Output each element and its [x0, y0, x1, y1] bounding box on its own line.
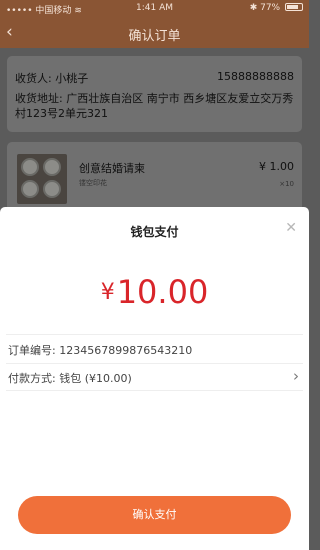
- amount-value: 10.00: [116, 273, 209, 311]
- status-bar: ••••• 中国移动 ≋ 1:41 AM ✱ 77%: [0, 0, 309, 18]
- address-label: 收货地址:: [15, 92, 63, 105]
- confirm-pay-button[interactable]: 确认支付: [18, 496, 291, 534]
- currency-symbol: ¥: [100, 280, 115, 305]
- receiver-name: 小桃子: [55, 72, 89, 85]
- payment-method-value: 钱包 (¥10.00): [59, 372, 132, 385]
- divider: [6, 334, 303, 335]
- payment-method-label: 付款方式:: [8, 372, 56, 385]
- close-icon[interactable]: ✕: [285, 220, 297, 236]
- product-subtitle: 镂空印花: [79, 179, 107, 187]
- bluetooth-icon: ✱: [249, 3, 258, 13]
- receiver-phone: 15888888888: [217, 70, 294, 83]
- product-image: [17, 154, 67, 204]
- battery-icon: [285, 3, 303, 11]
- address-card[interactable]: 收货人: 小桃子 15888888888 收货地址: 广西壮族自治区 南宁市 西…: [7, 56, 302, 132]
- order-number-row: 订单编号: 1234567899876543210: [6, 336, 303, 362]
- product-name: 创意结婚请柬: [79, 162, 145, 175]
- order-confirm-page: ••••• 中国移动 ≋ 1:41 AM ✱ 77% ‹ 确认订单 收货人: 小…: [0, 0, 309, 550]
- nav-bar: ‹ 确认订单: [0, 18, 309, 48]
- page-title: 确认订单: [128, 29, 181, 44]
- receiver-label: 收货人:: [15, 72, 52, 85]
- order-number-label: 订单编号:: [8, 344, 56, 357]
- product-quantity: ×10: [279, 180, 294, 188]
- battery-percent: 77%: [260, 3, 281, 13]
- divider: [6, 390, 303, 391]
- order-number: 1234567899876543210: [59, 344, 193, 357]
- payment-method-row[interactable]: 付款方式: 钱包 (¥10.00) ›: [6, 364, 303, 390]
- product-price: ¥ 1.00: [259, 160, 294, 173]
- chevron-right-icon: ›: [293, 367, 299, 385]
- payment-amount: ¥10.00: [0, 273, 309, 312]
- sheet-title: 钱包支付: [130, 225, 179, 239]
